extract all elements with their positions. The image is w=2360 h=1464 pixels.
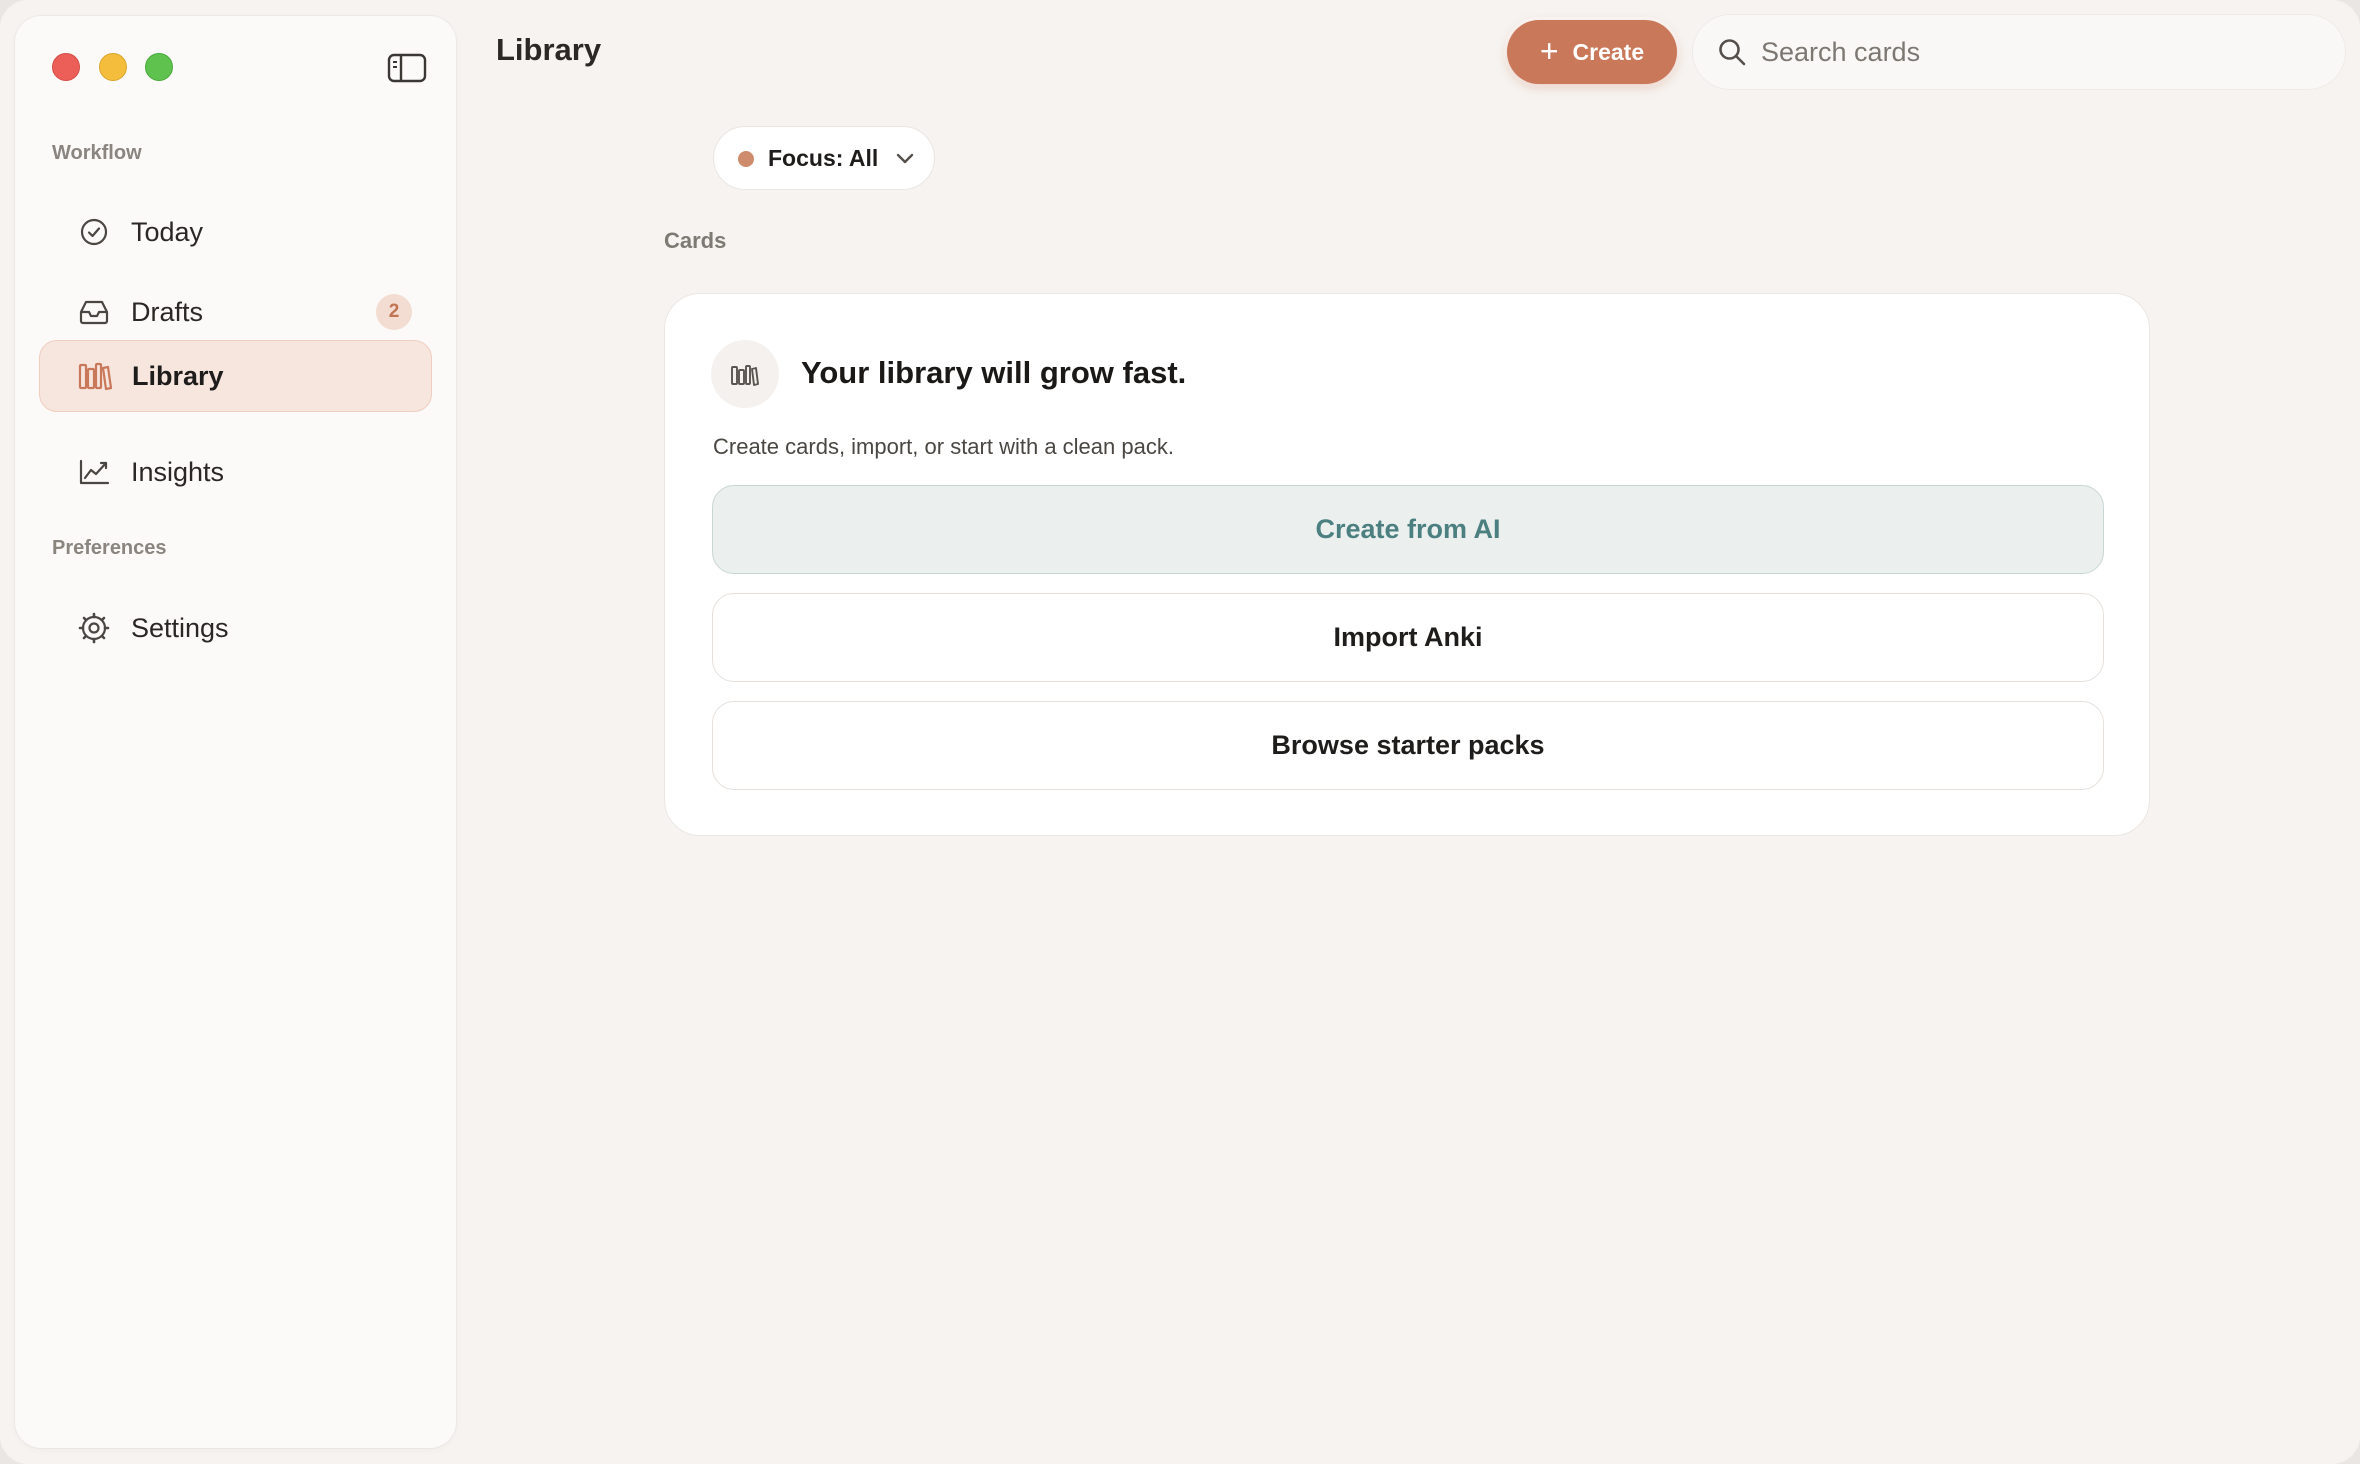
- sidebar-item-drafts[interactable]: Drafts 2: [39, 276, 432, 348]
- sidebar-item-insights[interactable]: Insights: [39, 436, 432, 508]
- chart-line-icon: [77, 455, 111, 489]
- sidebar-item-today[interactable]: Today: [39, 196, 432, 268]
- search-input[interactable]: [1759, 15, 2319, 89]
- books-icon: [78, 359, 112, 393]
- import-anki-button[interactable]: Import Anki: [712, 593, 2104, 682]
- page-title: Library: [496, 32, 602, 67]
- empty-state-subtitle: Create cards, import, or start with a cl…: [713, 434, 1174, 459]
- focus-filter-label: Focus: All: [768, 144, 879, 171]
- cards-section-label: Cards: [664, 228, 727, 253]
- window-zoom-button[interactable]: [145, 53, 173, 81]
- window-close-button[interactable]: [52, 53, 80, 81]
- create-from-ai-button[interactable]: Create from AI: [712, 485, 2104, 574]
- sidebar-item-label: Library: [132, 360, 224, 391]
- browse-starter-packs-button[interactable]: Browse starter packs: [712, 701, 2104, 790]
- section-label-preferences: Preferences: [52, 537, 167, 559]
- search-icon: [1719, 39, 1746, 66]
- window-minimize-button[interactable]: [99, 53, 127, 81]
- sidebar-item-library[interactable]: Library: [39, 340, 432, 412]
- empty-state-card: Your library will grow fast. Create card…: [664, 293, 2150, 836]
- gear-icon: [77, 611, 111, 645]
- plus-icon: +: [1539, 32, 1559, 69]
- empty-state-title: Your library will grow fast.: [801, 355, 1187, 390]
- drafts-count-badge: 2: [376, 294, 412, 330]
- app-window: Workflow Today Drafts 2 Library Insights…: [0, 0, 2360, 1464]
- sidebar: Workflow Today Drafts 2 Library Insights…: [15, 16, 456, 1448]
- sidebar-item-label: Settings: [131, 612, 229, 643]
- create-button[interactable]: + Create: [1507, 20, 1677, 84]
- sidebar-item-label: Insights: [131, 456, 225, 487]
- sidebar-toggle-button[interactable]: [387, 52, 427, 84]
- section-label-workflow: Workflow: [52, 142, 142, 164]
- sidebar-item-label: Today: [131, 216, 204, 247]
- focus-filter-dropdown[interactable]: Focus: All: [713, 126, 935, 190]
- create-button-label: Create: [1572, 38, 1645, 65]
- chevron-down-icon: [896, 153, 914, 164]
- sidebar-item-settings[interactable]: Settings: [39, 592, 432, 664]
- sidebar-item-label: Drafts: [131, 296, 204, 327]
- check-circle-icon: [77, 215, 111, 249]
- search-box[interactable]: [1693, 15, 2345, 89]
- inbox-icon: [77, 295, 111, 329]
- books-icon: [711, 340, 779, 408]
- sidebar-toggle-icon: [387, 53, 427, 83]
- focus-status-dot: [738, 151, 754, 167]
